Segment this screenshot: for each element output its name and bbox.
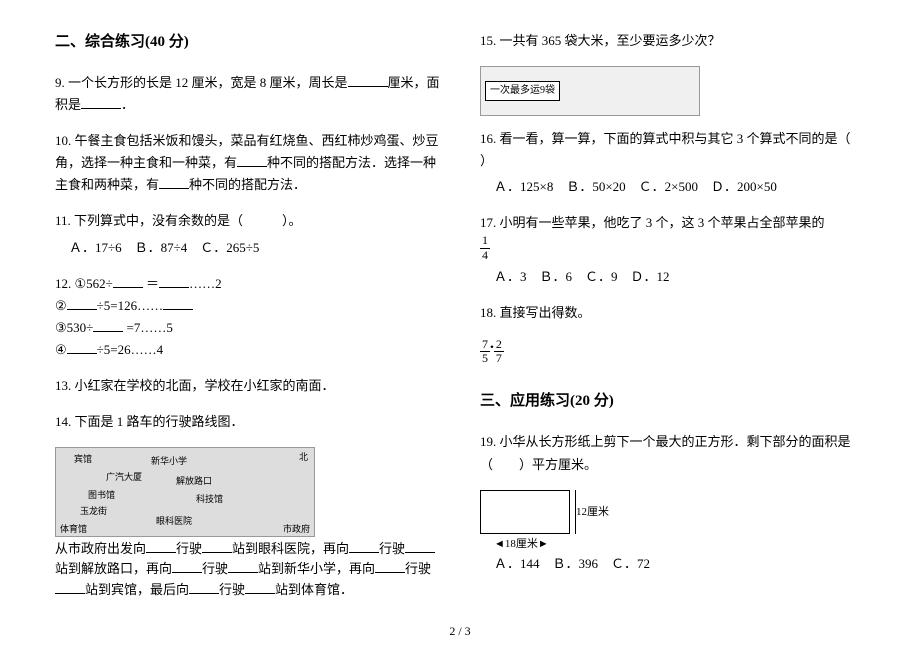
q14-h: 行驶 (405, 561, 431, 576)
q14-c: 站到眼科医院，再向 (232, 541, 349, 556)
q17-fraction: 1 4 (480, 234, 490, 261)
rectangle-shape (480, 490, 570, 534)
q12-blank-4[interactable] (163, 297, 193, 310)
q14-blank-1[interactable] (146, 540, 176, 553)
dim-width: ◄18厘米► (494, 536, 549, 554)
question-13: 13. 小红家在学校的北面，学校在小红家的南面． (55, 375, 440, 397)
map-shizheng: 市政府 (283, 522, 310, 536)
map-guangqi: 广汽大厦 (106, 470, 142, 484)
q19-options: Ａ．144 Ｂ．396 Ｃ．72 (494, 554, 865, 575)
q12-blank-3[interactable] (67, 297, 97, 310)
q14-blank-8[interactable] (55, 581, 85, 594)
q12-1b: ＝ (143, 276, 159, 291)
q12-3a: ③530÷ (55, 320, 93, 335)
q17-text: 17. 小明有一些苹果，他吃了 3 个，这 3 个苹果占全部苹果的 (480, 215, 825, 230)
q9-blank-2[interactable] (81, 96, 121, 109)
q18-den2: 7 (494, 352, 504, 365)
q12-1a: 12. ①562÷ (55, 276, 113, 291)
question-16: 16. 看一看，算一算，下面的算式中积与其它 3 个算式不同的是（ ） Ａ．12… (480, 128, 865, 198)
q14-b: 行驶 (176, 541, 202, 556)
q12-4b: ÷5=26……4 (97, 342, 163, 357)
question-14: 14. 下面是 1 路车的行驶路线图． (55, 411, 440, 433)
frac-num: 1 (480, 234, 490, 248)
section-3-title: 三、应用练习(20 分) (480, 389, 865, 413)
section-2-title: 二、综合练习(40 分) (55, 30, 440, 54)
q12-2a: ② (55, 298, 67, 313)
q9-text-c: ． (121, 97, 134, 112)
q12-1c: ……2 (189, 276, 222, 291)
right-column: 15. 一共有 365 袋大米，至少要运多少次？ 一次最多运9袋 16. 看一看… (480, 30, 865, 614)
q18-frac2: 2 7 (494, 338, 504, 365)
dim-width-text: 18厘米 (505, 538, 538, 550)
q9-text-a: 9. 一个长方形的长是 12 厘米，宽是 8 厘米，周长是 (55, 75, 348, 90)
question-15: 15. 一共有 365 袋大米，至少要运多少次？ (480, 30, 865, 52)
q14-fill: 从市政府出发向行驶站到眼科医院，再向行驶站到解放路口，再向行驶站到新华小学，再向… (55, 539, 440, 599)
route-map-image: 宾馆 新华小学 北 广汽大厦 解放路口 图书馆 科技馆 玉龙街 眼科医院 体育馆… (55, 447, 315, 537)
q14-blank-3[interactable] (349, 540, 379, 553)
q12-2b: ÷5=126…… (97, 298, 163, 313)
q14-e: 站到解放路口，再向 (55, 561, 172, 576)
map-tiyu: 体育馆 (60, 522, 87, 536)
q11-options: Ａ．17÷6 Ｂ．87÷4 Ｃ．265÷5 (69, 237, 440, 259)
map-bei: 北 (299, 450, 308, 464)
q18-num: 7 (480, 338, 490, 352)
dim-height: 12厘米 (576, 504, 609, 522)
q18-expression: 7 5 • 2 7 (480, 338, 865, 365)
q9-blank-1[interactable] (348, 74, 388, 87)
q16-text: 16. 看一看，算一算，下面的算式中积与其它 3 个算式不同的是（ ） (480, 128, 865, 172)
q14-text: 14. 下面是 1 路车的行驶路线图． (55, 411, 440, 433)
question-10: 10. 午餐主食包括米饭和馒头，菜品有红烧鱼、西红柿炒鸡蛋、炒豆角，选择一种主食… (55, 130, 440, 196)
q18-frac: 7 5 (480, 338, 490, 365)
question-11: 11. 下列算式中，没有余数的是（ ）。 Ａ．17÷6 Ｂ．87÷4 Ｃ．265… (55, 210, 440, 258)
left-column: 二、综合练习(40 分) 9. 一个长方形的长是 12 厘米，宽是 8 厘米，周… (55, 30, 440, 614)
map-keji: 科技馆 (196, 492, 223, 506)
truck-image: 一次最多运9袋 (480, 66, 700, 116)
q12-blank-6[interactable] (67, 341, 97, 354)
q18-num2: 2 (494, 338, 504, 352)
q14-blank-5[interactable] (172, 560, 202, 573)
q14-d: 行驶 (379, 541, 405, 556)
q17-options: Ａ．3 Ｂ．6 Ｃ．9 Ｄ．12 (494, 266, 865, 288)
frac-den: 4 (480, 249, 490, 262)
q10-text-c: 种不同的搭配方法． (189, 177, 306, 192)
map-yanke: 眼科医院 (156, 514, 192, 528)
q14-g: 站到新华小学，再向 (258, 561, 375, 576)
q14-j: 行驶 (219, 582, 245, 597)
q10-blank-1[interactable] (237, 154, 267, 167)
question-12: 12. ①562÷ ＝ ……2 ② ÷5=126…… ③530÷ =7……5 ④ ÷5… (55, 273, 440, 361)
map-yulong: 玉龙街 (80, 504, 107, 518)
q14-blank-10[interactable] (245, 581, 275, 594)
q18-den: 5 (480, 352, 490, 365)
q14-i: 站到宾馆，最后向 (85, 582, 189, 597)
map-xinhua: 新华小学 (151, 454, 187, 468)
q11-text: 11. 下列算式中，没有余数的是（ ）。 (55, 210, 440, 232)
map-tushuguan: 图书馆 (88, 488, 115, 502)
q12-3b: =7……5 (123, 320, 173, 335)
page-number: 2 / 3 (55, 622, 865, 641)
q19-figure: 12厘米 ◄18厘米► (480, 490, 610, 548)
q14-blank-2[interactable] (202, 540, 232, 553)
question-19: 19. 小华从长方形纸上剪下一个最大的正方形．剩下部分的面积是（ ）平方厘米。 (480, 431, 865, 475)
map-jiefang: 解放路口 (176, 474, 212, 488)
q12-blank-5[interactable] (93, 319, 123, 332)
q14-blank-4[interactable] (405, 540, 435, 553)
question-17: 17. 小明有一些苹果，他吃了 3 个，这 3 个苹果占全部苹果的 1 4 Ａ．… (480, 212, 865, 288)
question-9: 9. 一个长方形的长是 12 厘米，宽是 8 厘米，周长是厘米，面积是． (55, 72, 440, 116)
truck-label: 一次最多运9袋 (485, 81, 560, 101)
q14-f: 行驶 (202, 561, 228, 576)
question-18: 18. 直接写出得数。 (480, 302, 865, 324)
q16-options: Ａ．125×8 Ｂ．50×20 Ｃ．2×500 Ｄ．200×50 (494, 176, 865, 198)
q14-blank-7[interactable] (375, 560, 405, 573)
q14-blank-9[interactable] (189, 581, 219, 594)
q14-a: 从市政府出发向 (55, 541, 146, 556)
q12-blank-2[interactable] (159, 275, 189, 288)
q10-blank-2[interactable] (159, 176, 189, 189)
q12-4a: ④ (55, 342, 67, 357)
q14-blank-6[interactable] (228, 560, 258, 573)
q14-k: 站到体育馆． (275, 582, 353, 597)
q12-blank-1[interactable] (113, 275, 143, 288)
map-binguan: 宾馆 (74, 452, 92, 466)
